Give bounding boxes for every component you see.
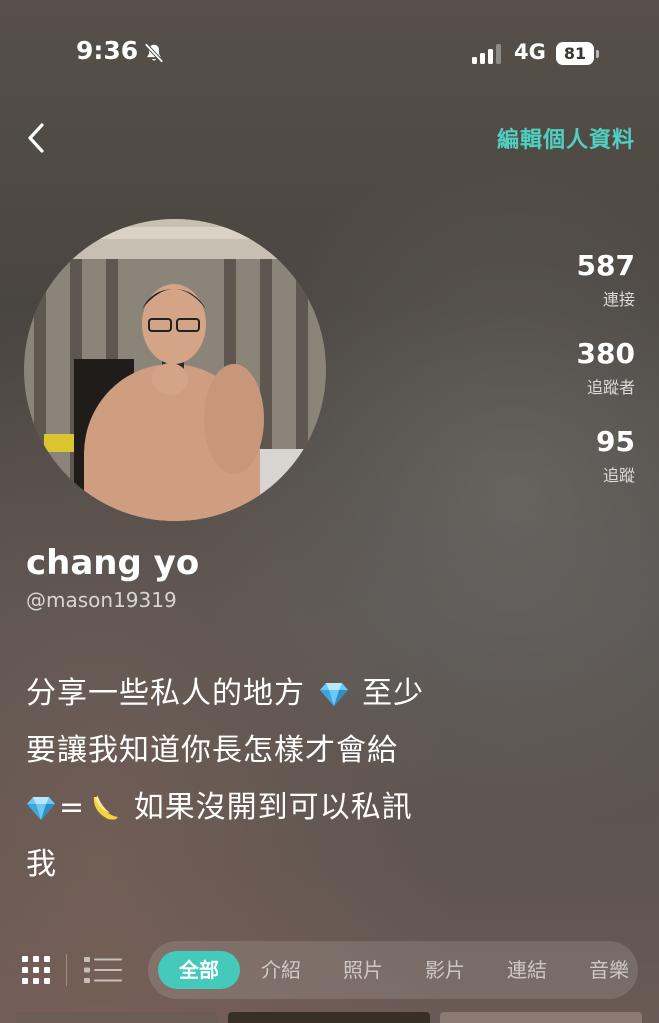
stat-label: 追蹤 (602, 466, 635, 485)
stat-connections[interactable]: 587 連接 (577, 250, 635, 310)
tab-photos[interactable]: 照片 (328, 951, 398, 989)
battery-nub (596, 50, 599, 58)
stat-following[interactable]: 95 追蹤 (596, 426, 635, 486)
bio-text: 分享一些私人的地方 (26, 676, 305, 711)
diamond-icon (319, 683, 348, 706)
avatar[interactable] (24, 219, 326, 521)
diamond-icon (27, 797, 55, 820)
tab-all[interactable]: 全部 (158, 951, 240, 989)
username: @mason19319 (26, 588, 177, 612)
media-thumbnail[interactable] (228, 1012, 430, 1023)
back-chevron-icon (28, 123, 44, 153)
bio-line: = 如果沒開到可以私訊 (26, 779, 526, 836)
network-type: 4G (514, 40, 546, 64)
stat-label: 追蹤者 (586, 378, 635, 397)
stat-value: 587 (576, 249, 635, 282)
status-time: 9:36 (76, 36, 139, 65)
tab-intro[interactable]: 介紹 (246, 951, 316, 989)
bio-line: 分享一些私人的地方 至少 (26, 665, 526, 722)
stat-value: 95 (596, 425, 635, 458)
status-bar: 9:36 4G 81 (0, 0, 659, 100)
media-grid-preview (0, 1012, 659, 1023)
stat-value: 380 (576, 337, 635, 370)
bio-line: 我 (26, 836, 526, 893)
bell-off-icon (144, 43, 164, 63)
content-tabs: 全部 介紹 照片 影片 連結 音樂 (148, 941, 638, 999)
battery-level: 81 (556, 42, 594, 65)
bio: 分享一些私人的地方 至少 要讓我知道你長怎樣才會給 = 如果沒開到可以私訊 我 (26, 665, 526, 893)
bio-text: = (59, 790, 86, 825)
stat-label: 連接 (602, 290, 635, 309)
back-button[interactable] (18, 118, 54, 158)
media-thumbnail[interactable] (16, 1012, 218, 1023)
stat-followers[interactable]: 380 追蹤者 (577, 338, 635, 398)
banana-icon (93, 793, 119, 820)
bio-text: 至少 (362, 676, 425, 711)
battery-icon: 81 (556, 42, 600, 65)
avatar-photo (24, 219, 326, 521)
view-toggle-divider (66, 954, 67, 986)
content-tab-row: 全部 介紹 照片 影片 連結 音樂 (0, 938, 659, 1002)
display-name: chang yo (26, 543, 200, 583)
bio-text: 我 (26, 847, 57, 882)
tab-links[interactable]: 連結 (492, 951, 562, 989)
tab-music[interactable]: 音樂 (574, 951, 638, 989)
signal-icon (472, 44, 501, 64)
list-view-icon[interactable] (84, 956, 122, 984)
bio-line: 要讓我知道你長怎樣才會給 (26, 722, 526, 779)
bio-text: 要讓我知道你長怎樣才會給 (26, 733, 398, 768)
media-thumbnail[interactable] (440, 1012, 642, 1023)
grid-view-icon[interactable] (22, 956, 50, 984)
bio-text: 如果沒開到可以私訊 (133, 790, 413, 825)
tab-videos[interactable]: 影片 (410, 951, 480, 989)
edit-profile-button[interactable]: 編輯個人資料 (497, 122, 635, 154)
